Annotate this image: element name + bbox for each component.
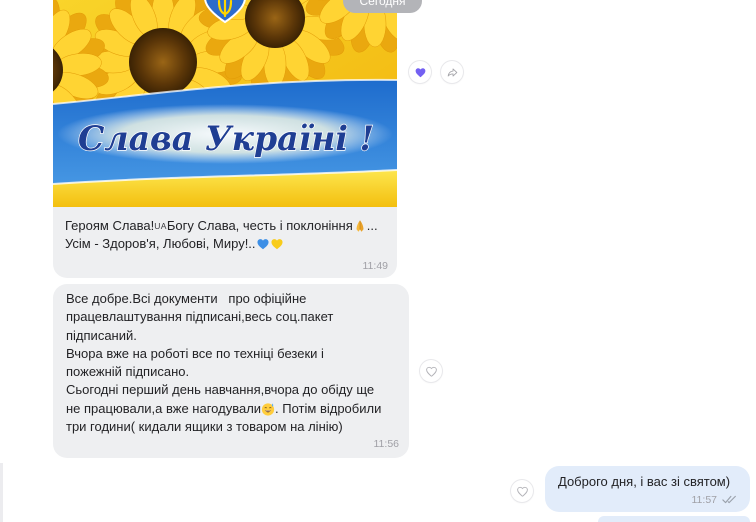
folded-hands-emoji bbox=[356, 220, 364, 232]
message-line: підписаний. bbox=[66, 327, 137, 343]
caption-text: ... bbox=[366, 218, 378, 233]
sunflower-image[interactable]: Слава Україні ! bbox=[53, 0, 397, 207]
message-time: 11:49 bbox=[362, 260, 389, 272]
caption-text: Героям Слава! bbox=[65, 218, 155, 233]
like-button[interactable] bbox=[511, 480, 533, 502]
message-text-part: . Потім відробили bbox=[275, 400, 382, 416]
message-line: працевлаштування підписані,весь соц.паке… bbox=[66, 309, 334, 325]
message-line: Все добре.Всі документи про офіційне bbox=[66, 291, 307, 306]
message-time: 11:57 bbox=[691, 494, 718, 506]
image-slogan-text: Слава Україні ! bbox=[78, 119, 374, 159]
incoming-text-message[interactable]: Все добре.Всі документи про офіційне пра… bbox=[53, 284, 409, 458]
blue-heart-emoji bbox=[256, 239, 269, 250]
message-line: Сьогодні перший день навчання,вчора до о… bbox=[66, 382, 375, 398]
heart-outline-icon bbox=[516, 486, 528, 497]
double-check-icon bbox=[722, 495, 736, 504]
caption-text: Усім - Здоров'я, Любові, Миру!.. bbox=[65, 236, 256, 251]
message-line: Доброго дня, і вас зі святом) bbox=[558, 474, 731, 489]
message-text-part: не працювали,а вже нагодували bbox=[66, 400, 262, 416]
like-button[interactable] bbox=[420, 360, 442, 382]
caption-text: Богу Слава, честь і поклоніння bbox=[166, 218, 353, 233]
message-text: Доброго дня, і вас зі святом) bbox=[558, 473, 730, 491]
message-line: Вчора вже на роботі все по техніці безек… bbox=[66, 345, 324, 361]
message-line: три години( кидали ящики з товаром на лі… bbox=[66, 419, 343, 435]
like-button[interactable] bbox=[409, 61, 431, 83]
sunflower-center bbox=[129, 28, 197, 96]
message-line: пожежній підписано. bbox=[66, 364, 190, 380]
heart-filled-icon bbox=[415, 67, 425, 77]
chat-view: Слава Україні ! Героям Слава!UAБогу Слав… bbox=[0, 0, 756, 522]
heart-outline-icon bbox=[425, 366, 437, 377]
sidebar-edge bbox=[0, 463, 3, 522]
outgoing-text-message[interactable]: Доброго дня, і вас зі святом) 11:57 bbox=[545, 466, 750, 512]
caption-line: Усім - Здоров'я, Любові, Миру!.. bbox=[65, 235, 378, 253]
image-caption: Героям Слава!UAБогу Слава, честь і покло… bbox=[65, 217, 378, 253]
date-divider: Сегодня bbox=[343, 0, 422, 13]
share-icon bbox=[447, 68, 457, 76]
caption-line: Героям Слава!UAБогу Слава, честь і покло… bbox=[65, 217, 378, 235]
incoming-image-message[interactable]: Слава Україні ! Героям Слава!UAБогу Слав… bbox=[53, 0, 397, 278]
ukraine-flag-emoji: UA bbox=[154, 221, 167, 231]
outgoing-message-partial[interactable] bbox=[598, 516, 750, 522]
sweat-smile-emoji bbox=[261, 403, 275, 416]
message-time: 11:56 bbox=[373, 438, 400, 450]
message-line: не працювали,а вже нагодували . Потім ві… bbox=[66, 400, 381, 418]
date-divider-label: Сегодня bbox=[359, 0, 406, 8]
yellow-heart-emoji bbox=[270, 239, 283, 250]
message-text: Все добре.Всі документи про офіційне пра… bbox=[66, 290, 381, 436]
share-button[interactable] bbox=[441, 61, 463, 83]
